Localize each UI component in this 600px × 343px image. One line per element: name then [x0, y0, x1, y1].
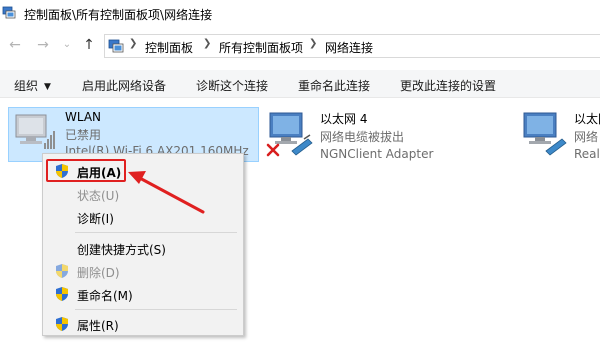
connection-status: 已禁用 — [65, 128, 102, 142]
chevron-right-icon[interactable]: ❯ — [203, 38, 211, 49]
menu-item-diagnose[interactable]: 诊断(I) — [43, 206, 243, 228]
enable-device-button[interactable]: 启用此网络设备 — [82, 77, 166, 94]
uac-shield-icon — [56, 287, 68, 301]
uac-shield-icon — [56, 317, 68, 331]
menu-separator — [75, 232, 237, 233]
connection-device: NGNClient Adapter — [320, 147, 434, 161]
caret-down-icon: ▼ — [44, 82, 51, 92]
menu-item-delete[interactable]: 删除(D) — [43, 260, 243, 282]
up-arrow-icon[interactable]: ↑ — [80, 36, 98, 54]
chevron-right-icon[interactable]: ❯ — [129, 38, 137, 49]
connection-name: WLAN — [65, 110, 102, 124]
connection-name: 以太网 5 — [574, 112, 600, 126]
command-bar: 组织 ▼ 启用此网络设备 诊断这个连接 重命名此连接 更改此连接的设置 — [0, 70, 600, 98]
menu-item-label: 状态(U) — [77, 189, 120, 203]
menu-separator — [75, 309, 237, 310]
connection-item-ethernet-5[interactable]: 以太网 5 网络 Realtek — [518, 107, 600, 162]
address-bar[interactable]: ❯ 控制面板 ❯ 所有控制面板项 ❯ 网络连接 — [104, 34, 600, 58]
chevron-right-icon[interactable]: ❯ — [309, 38, 317, 49]
title-bar: 控制面板\所有控制面板项\网络连接 — [0, 0, 600, 28]
network-connections-icon — [2, 6, 16, 19]
connection-name: 以太网 4 — [320, 112, 368, 126]
connection-device: Realtek — [574, 147, 600, 161]
menu-item-status[interactable]: 状态(U) — [43, 183, 243, 205]
window-title: 控制面板\所有控制面板项\网络连接 — [24, 8, 213, 22]
menu-item-create-shortcut[interactable]: 创建快捷方式(S) — [43, 237, 243, 259]
organize-label: 组织 — [14, 79, 39, 93]
menu-item-label: 属性(R) — [77, 319, 119, 333]
breadcrumb-all-items[interactable]: 所有控制面板项 — [219, 39, 303, 56]
menu-item-label: 诊断(I) — [77, 212, 114, 226]
breadcrumb-network-connections[interactable]: 网络连接 — [325, 39, 373, 56]
connection-status: 网络 — [574, 130, 599, 144]
chevron-down-icon[interactable]: ⌄ — [58, 36, 76, 54]
uac-shield-icon — [56, 264, 68, 278]
red-x-icon — [266, 143, 280, 157]
menu-item-label: 创建快捷方式(S) — [77, 243, 166, 257]
menu-item-label: 删除(D) — [77, 266, 120, 280]
ethernet-adapter-icon — [523, 112, 567, 156]
wifi-adapter-icon — [15, 114, 55, 149]
menu-item-label: 重命名(M) — [77, 289, 133, 303]
forward-arrow-icon[interactable]: → — [34, 36, 52, 54]
annotation-highlight-box — [46, 159, 126, 182]
menu-item-rename[interactable]: 重命名(M) — [43, 283, 243, 305]
back-arrow-icon[interactable]: ← — [6, 36, 24, 54]
organize-menu[interactable]: 组织 ▼ — [14, 77, 51, 94]
navigation-bar: ← → ⌄ ↑ ❯ 控制面板 ❯ 所有控制面板项 ❯ 网络连接 — [0, 34, 600, 58]
breadcrumb-control-panel[interactable]: 控制面板 — [145, 39, 193, 56]
menu-item-properties[interactable]: 属性(R) — [43, 313, 243, 335]
diagnose-button[interactable]: 诊断这个连接 — [196, 77, 268, 94]
connection-status: 网络电缆被拔出 — [320, 130, 405, 144]
rename-button[interactable]: 重命名此连接 — [298, 77, 370, 94]
control-panel-icon — [108, 39, 124, 53]
connection-item-ethernet-4[interactable]: 以太网 4 网络电缆被拔出 NGNClient Adapter — [264, 107, 514, 162]
change-settings-button[interactable]: 更改此连接的设置 — [400, 77, 496, 94]
